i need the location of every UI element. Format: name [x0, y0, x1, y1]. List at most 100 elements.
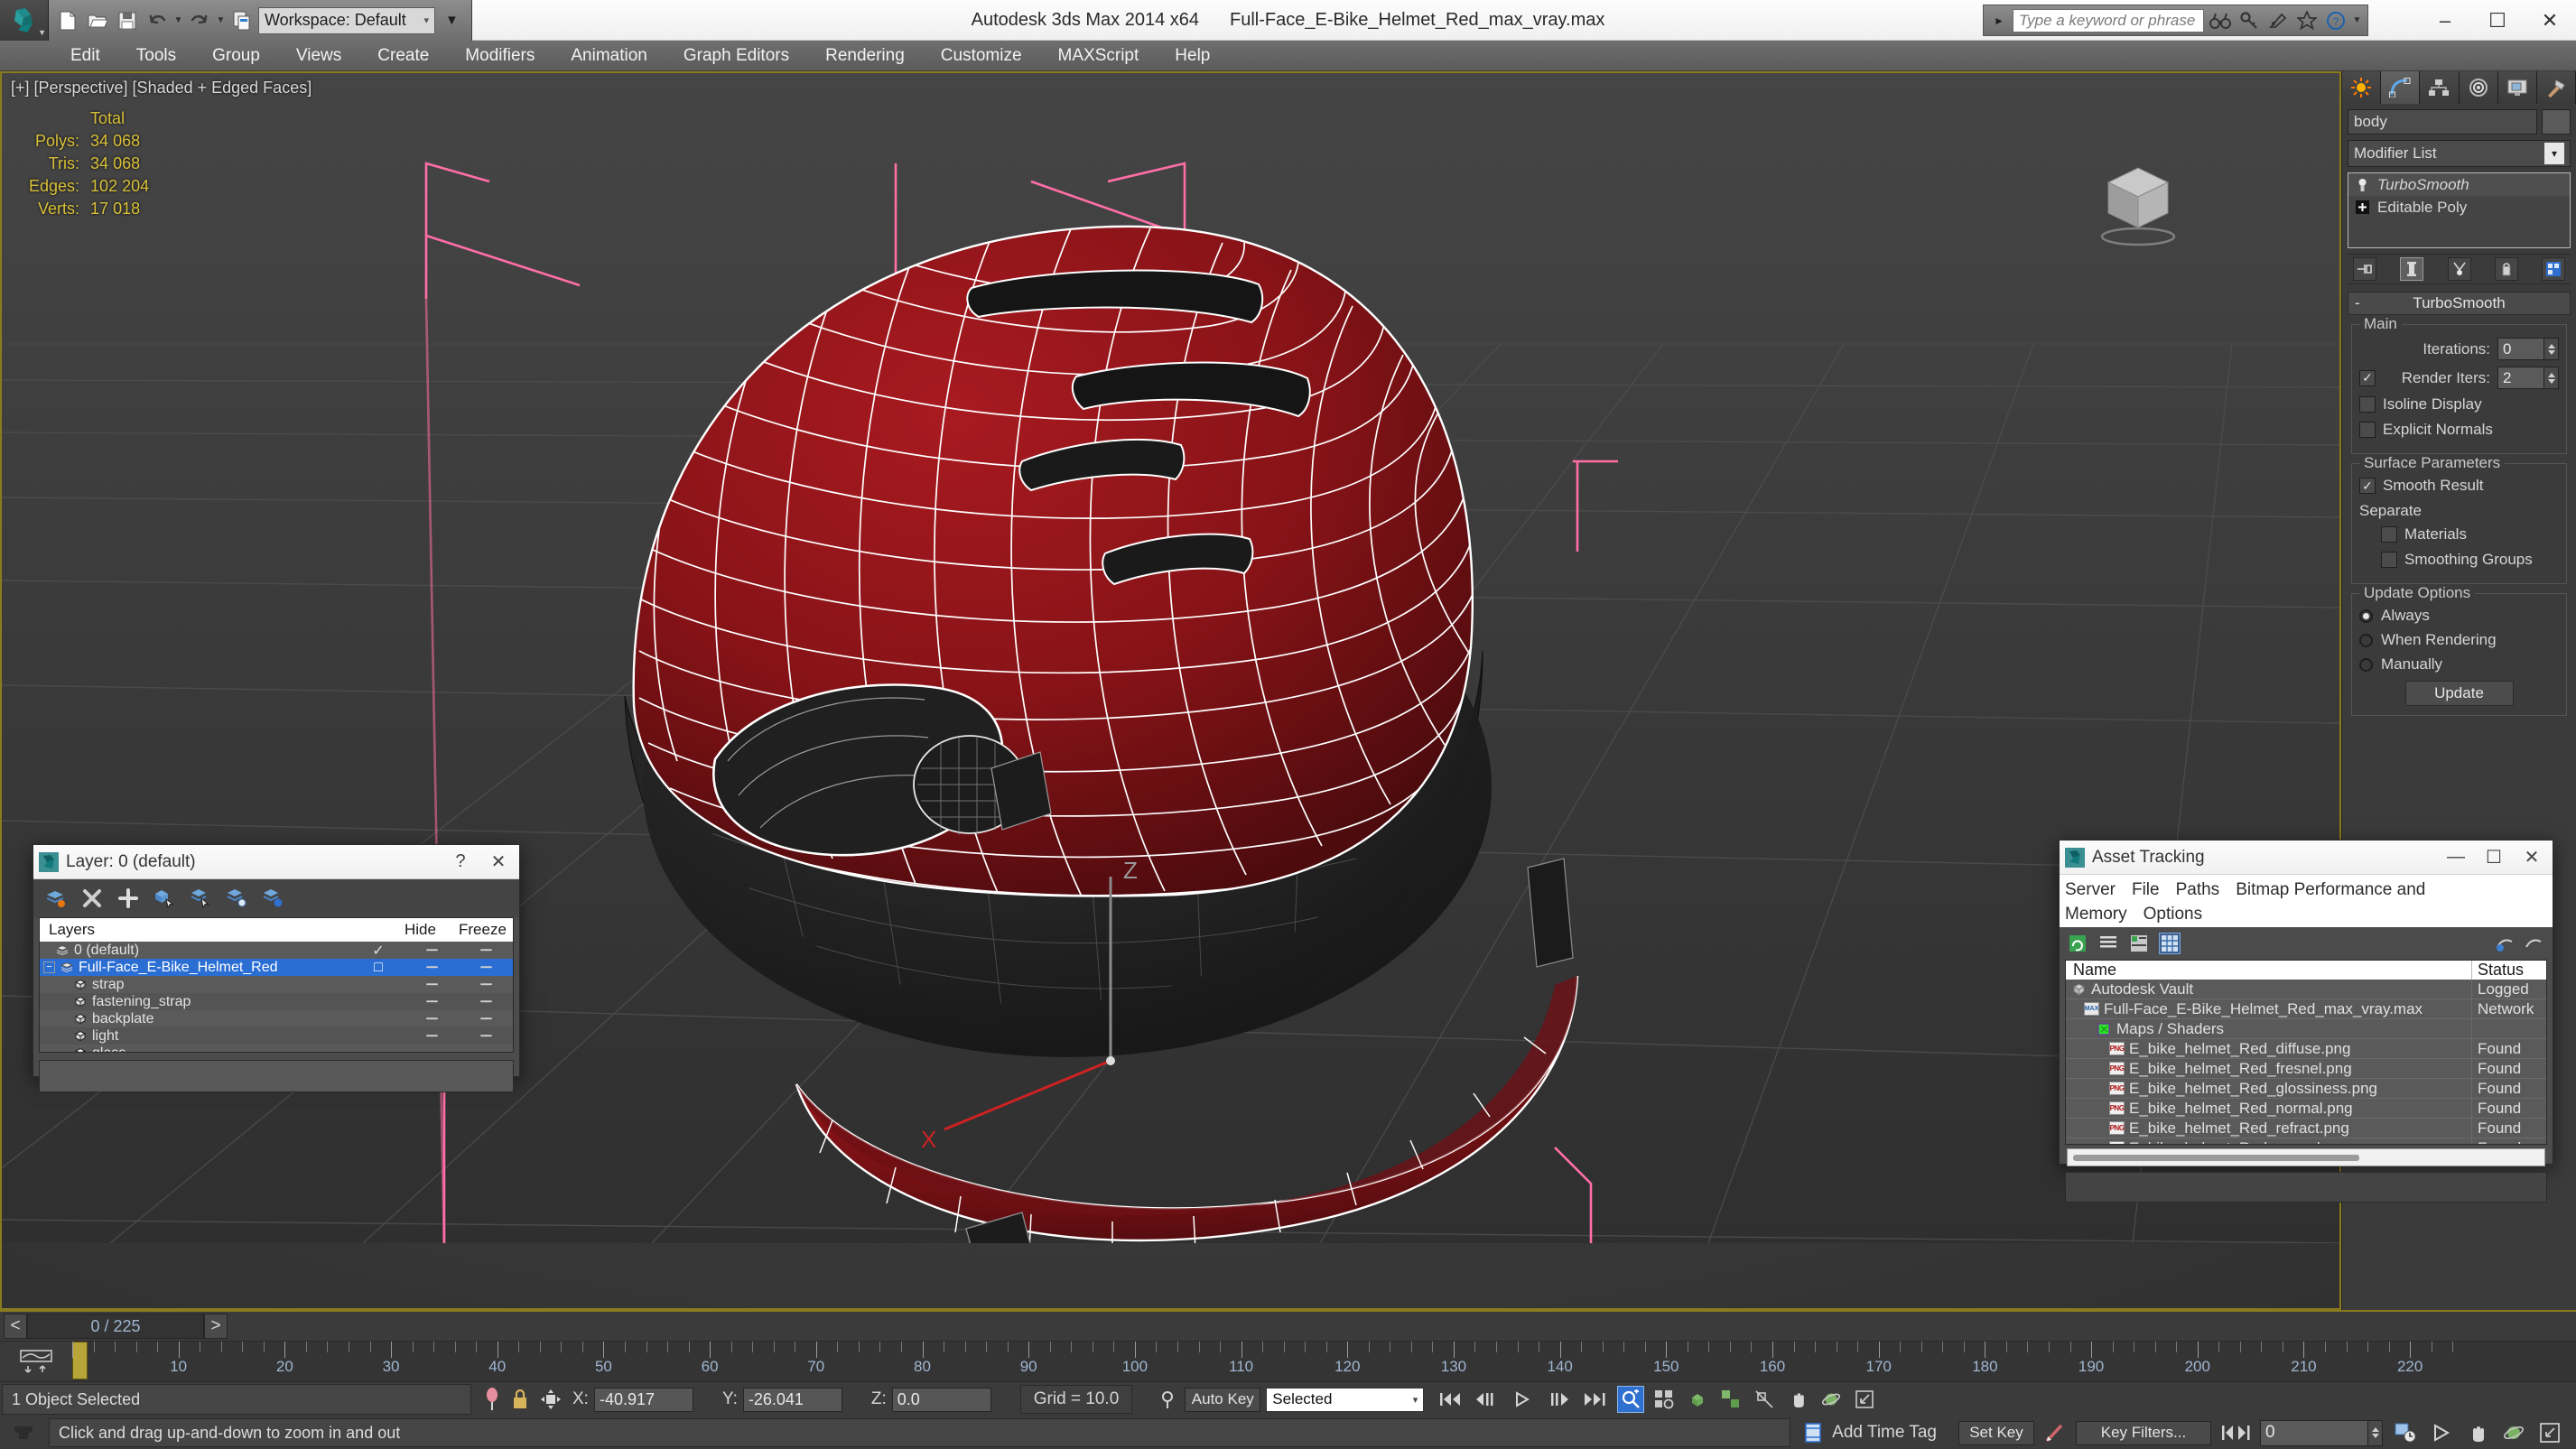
menu-item-modifiers[interactable]: Modifiers	[447, 41, 553, 71]
layer-hide-cell[interactable]: ━━	[405, 944, 459, 956]
workspace-selector[interactable]: Workspace: Default ▾	[258, 6, 435, 34]
asset-row[interactable]: PNG E_bike_helmet_Red_fresnel.png Found	[2066, 1059, 2546, 1079]
asset-menu-options[interactable]: Options	[2144, 905, 2202, 924]
asset-row[interactable]: PNG E_bike_helmet_Red_specular.png Found	[2066, 1138, 2546, 1144]
menu-item-views[interactable]: Views	[278, 41, 359, 71]
make-unique-icon[interactable]	[2447, 257, 2471, 281]
next-frame-button[interactable]: >	[204, 1314, 228, 1339]
time-slider-handle[interactable]	[72, 1342, 88, 1379]
asset-list[interactable]: Name Status Autodesk Vault Logged MAX Full-…	[2065, 960, 2547, 1145]
layer-freeze-cell[interactable]: ━━	[459, 1030, 513, 1042]
layer-hide-cell[interactable]: ━━	[405, 1013, 459, 1025]
key-frame-spinner[interactable]: 0	[2260, 1419, 2383, 1446]
layer-row[interactable]: − Full-Face_E-Bike_Helmet_Red □ ━━ ━━	[40, 959, 513, 976]
asset-name-cell[interactable]: PNG E_bike_helmet_Red_refract.png	[2066, 1119, 2472, 1138]
layer-name-cell[interactable]: glass	[40, 1045, 352, 1052]
configure-modifier-sets-icon[interactable]	[2542, 257, 2565, 281]
key-mode-toggle-icon[interactable]	[2220, 1423, 2251, 1443]
lightbulb-icon[interactable]	[2354, 177, 2370, 193]
scrollbar-thumb[interactable]	[2073, 1154, 2359, 1161]
maximize-toggle-icon[interactable]	[2536, 1419, 2563, 1446]
select-objects-in-layer-icon[interactable]	[153, 887, 176, 910]
layer-name-cell[interactable]: fastening_strap	[40, 994, 352, 1010]
view-cube[interactable]	[2088, 150, 2188, 249]
zoom-extents-icon[interactable]	[1684, 1386, 1711, 1413]
check-out-icon[interactable]	[2524, 933, 2545, 954]
asset-row[interactable]: Maps / Shaders	[2066, 1019, 2546, 1039]
key-frame-spin-arrows[interactable]	[2368, 1419, 2383, 1446]
zoom-region-icon[interactable]	[1717, 1386, 1744, 1413]
asset-name-cell[interactable]: PNG E_bike_helmet_Red_diffuse.png	[2066, 1039, 2472, 1058]
turbosmooth-rollout-header[interactable]: - TurboSmooth	[2348, 292, 2571, 315]
layer-name-cell[interactable]: light	[40, 1028, 352, 1045]
radio-button[interactable]	[2359, 657, 2373, 672]
menu-item-help[interactable]: Help	[1157, 41, 1228, 71]
asset-row[interactable]: Autodesk Vault Logged	[2066, 980, 2546, 999]
separate-materials-checkbox[interactable]	[2381, 526, 2397, 543]
asset-name-cell[interactable]: PNG E_bike_helmet_Red_fresnel.png	[2066, 1059, 2472, 1078]
iterations-spin-arrows[interactable]	[2544, 338, 2559, 360]
object-color-swatch[interactable]	[2542, 109, 2571, 135]
asset-menu-paths[interactable]: Paths	[2176, 880, 2220, 899]
time-configuration-icon[interactable]	[2392, 1419, 2419, 1446]
y-coordinate[interactable]: Y: -26.041	[722, 1387, 842, 1412]
asset-close-button[interactable]: ✕	[2516, 843, 2547, 872]
modifier-stack-item-editable-poly[interactable]: Editable Poly	[2348, 196, 2570, 218]
menu-item-customize[interactable]: Customize	[923, 41, 1040, 71]
create-new-layer-icon[interactable]	[44, 887, 68, 910]
check-in-icon[interactable]	[2495, 933, 2516, 954]
key-icon[interactable]	[2237, 8, 2262, 33]
asset-horizontal-scrollbar[interactable]	[2067, 1148, 2545, 1166]
update-option-always[interactable]: Always	[2359, 607, 2559, 625]
layer-freeze-cell[interactable]: ━━	[459, 944, 513, 956]
layer-freeze-cell[interactable]: ━━	[459, 979, 513, 990]
add-time-tag-area[interactable]: Add Time Tag	[1792, 1416, 1946, 1449]
asset-row[interactable]: PNG E_bike_helmet_Red_refract.png Found	[2066, 1119, 2546, 1138]
menu-item-group[interactable]: Group	[194, 41, 278, 71]
binoculars-icon[interactable]	[2208, 8, 2233, 33]
isoline-display-row[interactable]: Isoline Display	[2359, 395, 2559, 413]
asset-row[interactable]: MAX Full-Face_E-Bike_Helmet_Red_max_vray.…	[2066, 999, 2546, 1019]
asset-row[interactable]: PNG E_bike_helmet_Red_diffuse.png Found	[2066, 1039, 2546, 1059]
layer-current-cell[interactable]: □	[352, 960, 405, 976]
layer-row[interactable]: strap ━━ ━━	[40, 976, 513, 993]
application-menu-button[interactable]: ▼	[0, 0, 49, 41]
layer-freeze-cell[interactable]: ━━	[459, 961, 513, 973]
zoom-icon[interactable]	[1617, 1386, 1645, 1413]
layer-hide-cell[interactable]: ━━	[405, 961, 459, 973]
update-button[interactable]: Update	[2404, 681, 2514, 706]
pin-icon[interactable]	[484, 1387, 500, 1412]
menu-item-tools[interactable]: Tools	[118, 41, 194, 71]
viewport-label[interactable]: [+] [Perspective] [Shaded + Edged Faces]	[11, 79, 312, 98]
layer-hide-cell[interactable]: ━━	[405, 1030, 459, 1042]
iterations-value[interactable]: 0	[2497, 338, 2544, 360]
modify-tab[interactable]	[2381, 71, 2421, 104]
list-view-icon[interactable]	[2097, 933, 2119, 954]
radio-button[interactable]	[2359, 608, 2373, 623]
layer-dialog[interactable]: Layer: 0 (default) ? ✕ Layers Hide Freez…	[33, 844, 520, 1092]
asset-row[interactable]: PNG E_bike_helmet_Red_normal.png Found	[2066, 1099, 2546, 1119]
modifier-stack[interactable]: TurboSmooth Editable Poly	[2348, 172, 2571, 248]
render-iters-spin-arrows[interactable]	[2544, 367, 2559, 389]
isoline-display-checkbox[interactable]	[2359, 396, 2376, 413]
layer-row[interactable]: light ━━ ━━	[40, 1027, 513, 1045]
detail-view-icon[interactable]	[2128, 933, 2150, 954]
layer-row[interactable]: fastening_strap ━━ ━━	[40, 993, 513, 1010]
add-selection-icon[interactable]	[116, 887, 140, 910]
menu-item-maxscript[interactable]: MAXScript	[1040, 41, 1158, 71]
iterations-spinner[interactable]: 0	[2497, 338, 2559, 360]
asset-menu-bitmap-performance-and-memory[interactable]: Bitmap Performance and Memory	[2065, 880, 2425, 924]
collapse-icon[interactable]: -	[2355, 294, 2360, 312]
update-option-manually[interactable]: Manually	[2359, 655, 2559, 673]
prev-frame-icon[interactable]	[1473, 1387, 1500, 1412]
asset-menu-server[interactable]: Server	[2065, 880, 2116, 899]
asset-name-cell[interactable]: PNG E_bike_helmet_Red_glossiness.png	[2066, 1079, 2472, 1098]
pan-view-icon[interactable]	[2464, 1419, 2491, 1446]
close-button[interactable]: ✕	[2524, 0, 2576, 41]
auto-key-button[interactable]: Auto Key	[1185, 1387, 1261, 1412]
grid-view-icon[interactable]	[2159, 933, 2181, 954]
layer-name-cell[interactable]: backplate	[40, 1011, 352, 1027]
radio-button[interactable]	[2359, 633, 2373, 647]
new-file-icon[interactable]	[54, 5, 81, 36]
render-iters-value[interactable]: 2	[2497, 367, 2544, 389]
